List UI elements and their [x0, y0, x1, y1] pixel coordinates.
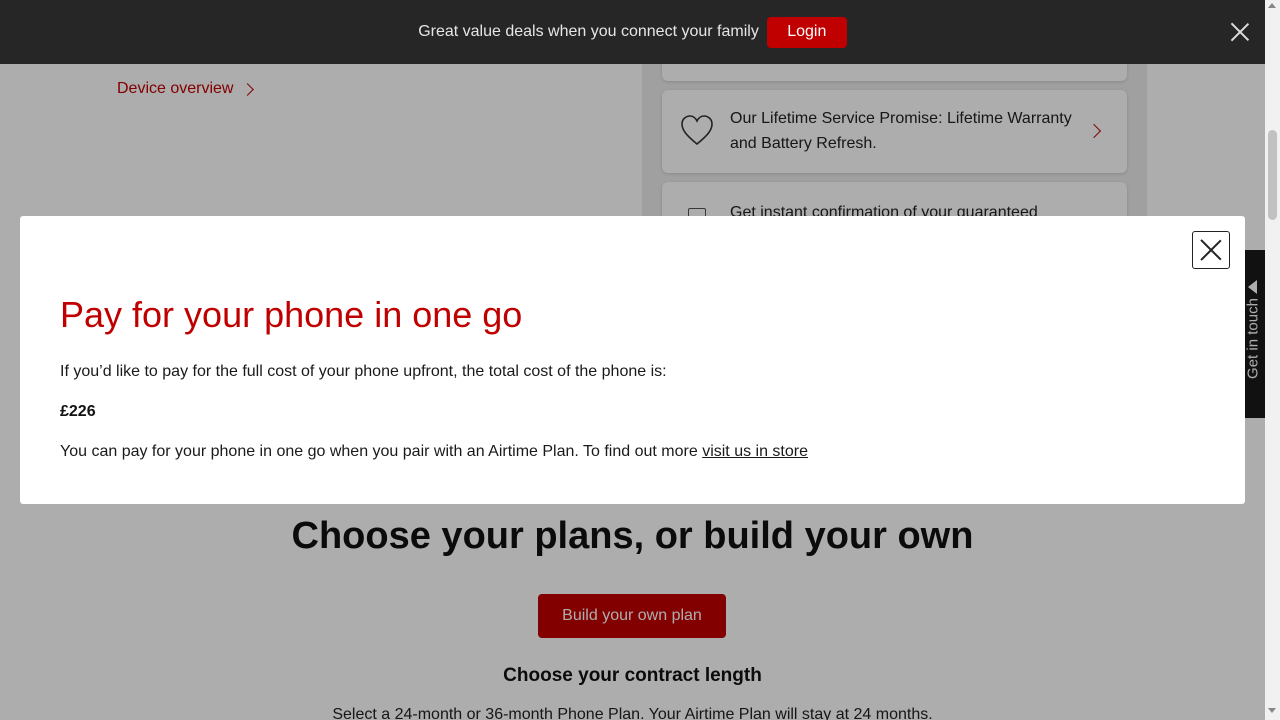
modal-description: If you’d like to pay for the full cost o… [60, 363, 667, 380]
modal-store-note-text: You can pay for your phone in one go whe… [60, 443, 703, 460]
scroll-down-arrow-icon[interactable] [1268, 708, 1276, 713]
phone-total-price: £226 [60, 403, 96, 420]
login-button[interactable]: Login [766, 16, 847, 48]
scroll-up-arrow-icon[interactable] [1268, 3, 1276, 8]
modal-store-note: You can pay for your phone in one go whe… [60, 443, 808, 461]
modal-title: Pay for your phone in one go [60, 294, 523, 335]
promo-banner-text: Great value deals when you connect your … [418, 23, 759, 40]
scrollbar-thumb[interactable] [1268, 130, 1277, 220]
visit-store-link[interactable]: visit us in store [702, 443, 808, 460]
modal-close-button[interactable] [1192, 231, 1230, 269]
pay-upfront-modal: Pay for your phone in one go If you’d li… [20, 216, 1245, 504]
close-icon[interactable] [1230, 22, 1250, 42]
page-scrollbar[interactable] [1265, 0, 1280, 720]
promo-banner: Great value deals when you connect your … [0, 0, 1265, 64]
